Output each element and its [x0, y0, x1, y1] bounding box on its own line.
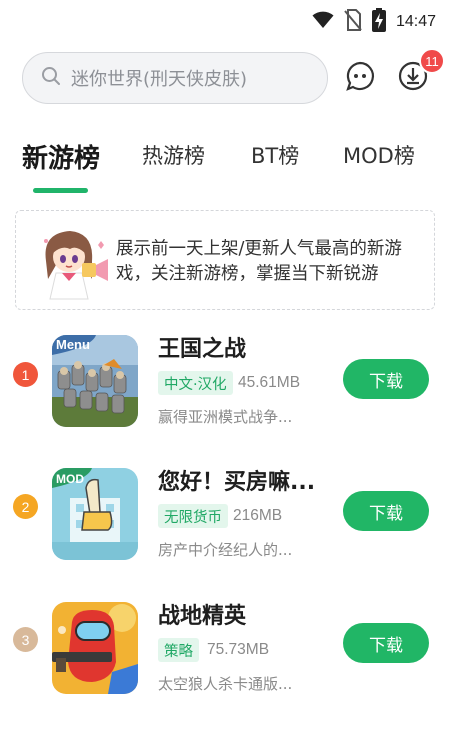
rank-badge: 1	[13, 362, 38, 387]
app-tag: 中文·汉化	[158, 371, 233, 395]
list-item[interactable]: 1 Menu 王国之战 中文·汉化 45.61MB 赢得亚洲模式战争... 下载	[0, 325, 450, 445]
search-placeholder: 迷你世界(刑天侠皮肤)	[71, 69, 248, 90]
app-name: 战地精英	[158, 604, 247, 629]
tab-bt[interactable]: BT榜	[251, 140, 299, 170]
app-icon-kingdom-war: Menu	[52, 335, 138, 427]
search-input[interactable]: 迷你世界(刑天侠皮肤)	[22, 52, 328, 104]
rank-badge: 2	[13, 494, 38, 519]
ranking-info-banner: 展示前一天上架/更新人气最高的新游戏，关注新游榜，掌握当下新锐游	[15, 210, 435, 310]
status-bar: 14:47	[0, 0, 450, 38]
search-icon	[41, 66, 61, 90]
app-size: 75.73MB	[207, 641, 270, 658]
app-name: 您好！买房嘛...	[158, 470, 316, 495]
app-size: 216MB	[233, 507, 283, 524]
app-icon-label: Menu	[56, 337, 90, 352]
app-icon-buy-house: MOD	[52, 468, 138, 560]
battery-charging-icon	[371, 8, 386, 36]
download-button[interactable]: 下载	[343, 623, 429, 663]
tab-mod[interactable]: MOD榜	[343, 140, 415, 170]
active-tab-indicator	[33, 188, 88, 193]
app-tag: 无限货币	[158, 504, 228, 528]
app-icon-battlefield-elite	[52, 602, 138, 694]
download-button[interactable]: 下载	[343, 491, 429, 531]
status-icons: 14:47	[312, 8, 436, 36]
app-description: 赢得亚洲模式战争...	[158, 408, 293, 426]
app-description: 太空狼人杀卡通版...	[158, 675, 293, 693]
app-size: 45.61MB	[238, 374, 301, 391]
status-time: 14:47	[395, 13, 436, 30]
rank-badge: 3	[13, 627, 38, 652]
chat-bubble-icon	[344, 60, 376, 96]
no-sim-icon	[344, 9, 362, 35]
tab-hot-games[interactable]: 热游榜	[142, 140, 205, 170]
download-count-badge: 11	[419, 48, 445, 74]
mascot-image	[32, 221, 112, 301]
banner-text: 展示前一天上架/更新人气最高的新游戏，关注新游榜，掌握当下新锐游	[116, 239, 402, 284]
app-icon-label: MOD	[56, 472, 84, 486]
app-tag: 策略	[158, 638, 199, 662]
app-description: 房产中介经纪人的...	[158, 541, 293, 559]
tab-new-games[interactable]: 新游榜	[22, 138, 100, 175]
app-name: 王国之战	[158, 337, 247, 362]
chat-button[interactable]	[340, 58, 380, 98]
list-item[interactable]: 2 MOD 您好！买房嘛... 无限货币 216MB 房产中介经纪人的... 下…	[0, 458, 450, 578]
download-manager-button[interactable]: 11	[393, 48, 445, 98]
wifi-icon	[312, 11, 334, 33]
list-item[interactable]: 3 战地精英 策略 75.73MB 太空狼人杀卡通版... 下载	[0, 592, 450, 712]
download-button[interactable]: 下载	[343, 359, 429, 399]
